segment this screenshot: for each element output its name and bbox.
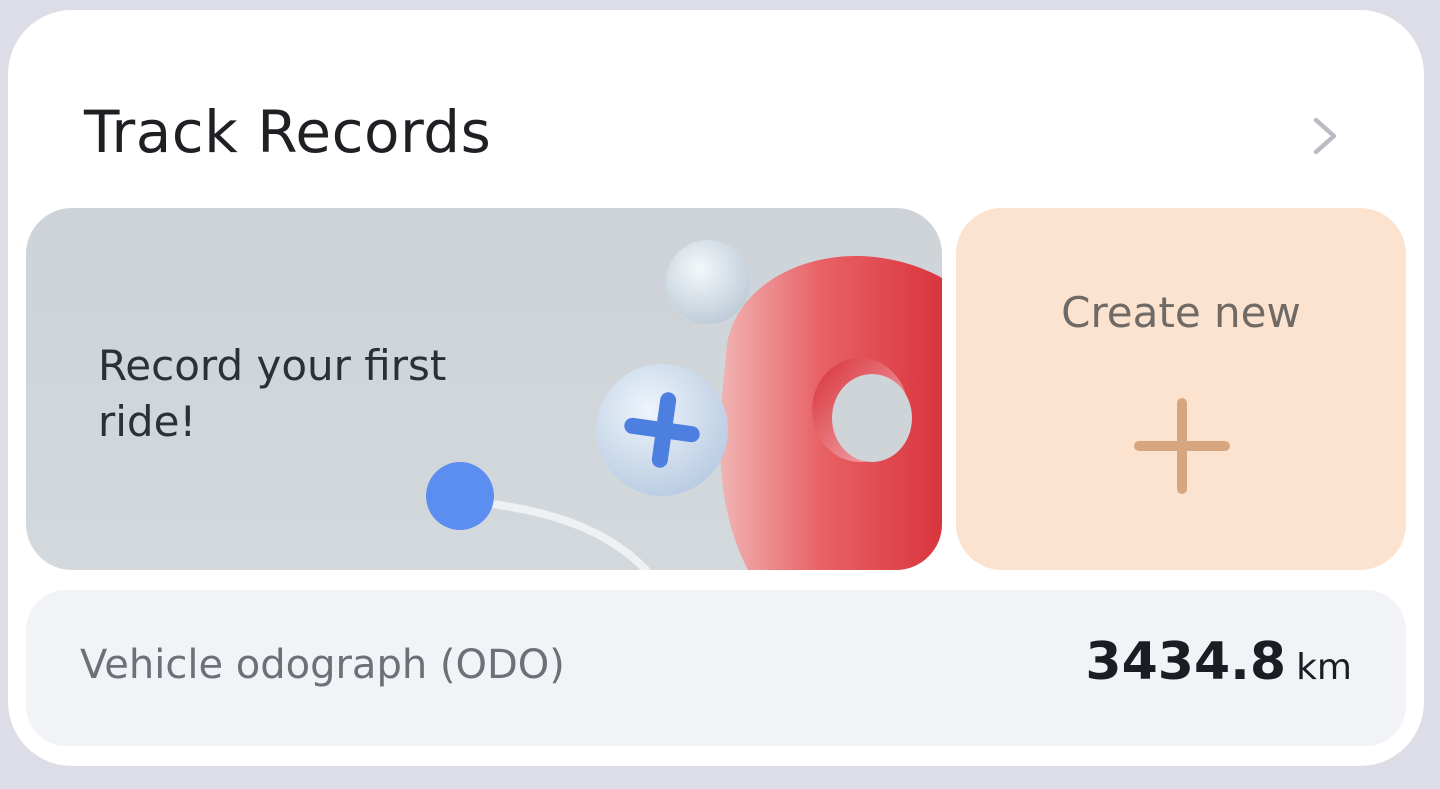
odometer-row: Vehicle odograph (ODO) 3434.8 km (26, 590, 1406, 746)
banner-text: Record your first ride! (98, 341, 447, 446)
card-title: Track Records (84, 98, 492, 166)
plus-icon (1134, 398, 1230, 494)
map-pin-icon (720, 256, 942, 570)
odometer-reading: 3434.8 km (1085, 632, 1352, 692)
plus-icon (596, 364, 728, 496)
record-first-ride-banner[interactable]: Record your first ride! (26, 208, 942, 570)
chevron-right-icon[interactable] (1304, 106, 1348, 166)
odometer-label: Vehicle odograph (ODO) (80, 642, 565, 688)
create-new-button[interactable]: Create new (956, 208, 1406, 570)
odometer-unit: km (1296, 647, 1352, 688)
odometer-value: 3434.8 (1085, 632, 1287, 692)
track-records-card: Track Records Record your first ride! Cr… (8, 10, 1424, 766)
create-new-label: Create new (1061, 288, 1301, 337)
card-header[interactable]: Track Records (8, 10, 1424, 210)
bubble-shape (666, 240, 750, 324)
